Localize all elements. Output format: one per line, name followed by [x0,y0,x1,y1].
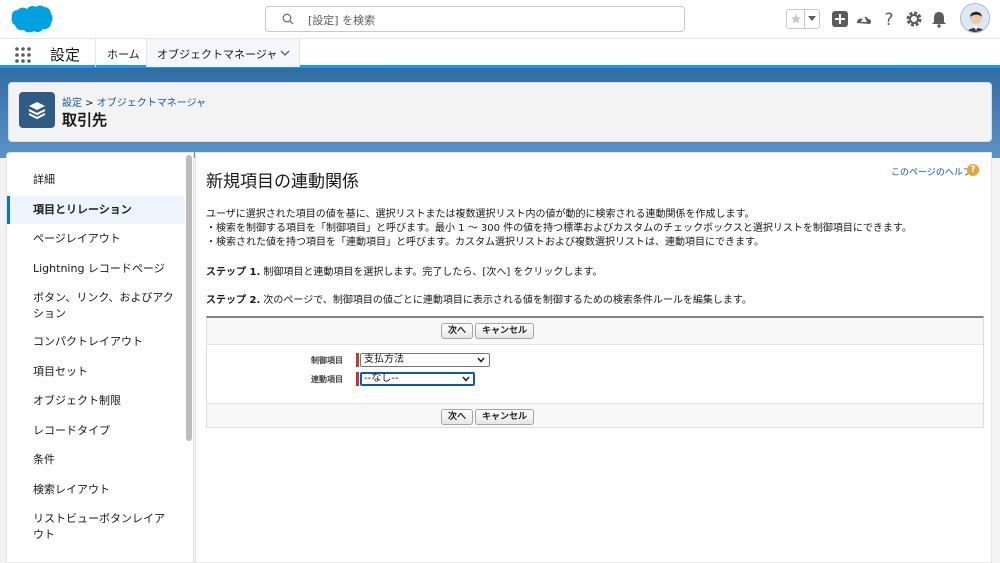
required-indicator [356,372,359,386]
description: ユーザに選択された項目の値を基に、選択リストまたは複数選択リスト内の値が動的に検… [206,208,912,250]
controlling-field-value: 支払方法 [364,354,404,365]
global-search-input[interactable]: [設定] を検索 [265,6,685,32]
tab-object-manager[interactable]: オブジェクトマネージャ [146,39,300,67]
nav-divider [95,39,96,67]
help-icon[interactable]: ? [880,10,898,28]
sidebar-item-list-view-button-layout-cont[interactable]: ウト [7,527,185,543]
sidebar-item-list-view-button-layout[interactable]: リストビューボタンレイア [7,511,185,527]
step-2-label: ステップ 2. [206,295,261,306]
sidebar-item-page-layouts[interactable]: ページレイアウト [7,231,185,247]
next-button[interactable]: 次へ [441,323,474,339]
app-name: 設定 [50,46,81,64]
sidebar-item-record-types[interactable]: レコードタイプ [7,423,185,439]
bottom-button-row: 次へ キャンセル [207,404,983,430]
avatar[interactable] [960,3,990,33]
description-line: ユーザに選択された項目の値を基に、選択リストまたは複数選択リスト内の値が動的に検… [206,209,755,220]
chevron-down-icon[interactable] [280,49,290,57]
sidebar: 詳細 項目とリレーション ページレイアウト Lightning レコードページ … [6,152,194,563]
step-2-text: 次のページで、制御項目の値ごとに連動項目に表示される値を制御するための検索条件ル… [260,295,752,306]
salesforce-logo-icon[interactable] [8,4,54,34]
dependent-field-select[interactable]: --なし-- [360,372,475,386]
page-title: 取引先 [62,111,108,129]
sidebar-item-object-limits[interactable]: オブジェクト制限 [7,393,185,409]
tab-object-manager-label: オブジェクトマネージャ [157,48,278,61]
object-layers-icon [19,92,55,128]
required-indicator [356,353,359,367]
sidebar-item-field-sets[interactable]: 項目セット [7,364,185,380]
sidebar-item-lightning-record-pages[interactable]: Lightning レコードページ [7,261,185,277]
dependent-field-value: --なし-- [364,373,399,384]
sidebar-item-details[interactable]: 詳細 [7,172,185,188]
help-for-this-page-link[interactable]: このページのヘルプ [891,165,972,178]
controlling-field-select[interactable]: 支払方法 [360,353,490,367]
controlling-field-label: 制御項目 [311,356,343,365]
main-content: 新規項目の連動関係 このページのヘルプ ? ユーザに選択された項目の値を基に、選… [195,152,992,563]
favorites-control[interactable] [786,9,820,29]
trailhead-icon[interactable] [855,10,873,28]
page-header: 設定 > オブジェクトマネージャ 取引先 [8,82,992,142]
form-fields: 制御項目 支払方法 連動項目 --なし-- [207,344,983,404]
sidebar-item-conditions[interactable]: 条件 [7,452,185,468]
sidebar-item-compact-layouts[interactable]: コンパクトレイアウト [7,334,185,350]
next-button[interactable]: 次へ [441,409,474,425]
help-icon[interactable]: ? [967,164,979,176]
global-header: [設定] を検索 ? [0,0,1000,38]
sidebar-item-search-layouts[interactable]: 検索レイアウト [7,482,185,498]
tab-home[interactable]: ホーム [107,46,140,62]
step-1-label: ステップ 1. [206,267,261,278]
sidebar-item-fields-relationships[interactable]: 項目とリレーション [7,196,185,224]
dependency-form: 次へ キャンセル 制御項目 支払方法 連動項目 --なし-- 次へ キャンセル [206,316,984,428]
dependent-field-label: 連動項目 [311,375,343,384]
breadcrumb-object-manager-link[interactable]: オブジェクトマネージャ [97,98,206,109]
section-title: 新規項目の連動関係 [206,172,359,192]
sidebar-scrollbar[interactable] [186,155,192,441]
description-line: ・検索された値を持つ項目を「連動項目」と呼びます。カスタム選択リストおよび複数選… [206,237,764,248]
cancel-button[interactable]: キャンセル [475,409,535,425]
star-icon[interactable] [787,10,805,28]
app-launcher-icon[interactable] [14,46,32,64]
search-icon [282,13,294,25]
step-1-text: 制御項目と連動項目を選択します。完了したら、[次へ] をクリックします。 [260,267,603,278]
step-2: ステップ 2. 次のページで、制御項目の値ごとに連動項目に表示される値を制御する… [206,291,752,306]
search-placeholder: [設定] を検索 [308,14,376,27]
bell-icon[interactable] [930,10,948,28]
chevron-down-icon[interactable] [805,10,819,28]
description-line: ・検索を制御する項目を「制御項目」と呼びます。最小 1 〜 300 件の値を持つ… [206,223,912,234]
add-icon[interactable] [831,10,849,28]
app-navigation: 設定 ホーム オブジェクトマネージャ [0,38,1000,68]
step-1: ステップ 1. 制御項目と連動項目を選択します。完了したら、[次へ] をクリック… [206,263,602,278]
breadcrumb: 設定 > オブジェクトマネージャ [62,94,206,109]
cancel-button[interactable]: キャンセル [475,323,535,339]
svg-text:?: ? [884,10,893,28]
chevron-down-icon [477,357,485,363]
breadcrumb-setup-link[interactable]: 設定 [62,98,82,109]
sidebar-item-buttons-links-actions[interactable]: ボタン、リンク、およびアク [7,290,185,306]
top-button-row: 次へ キャンセル [207,318,983,344]
sidebar-item-buttons-links-actions-cont[interactable]: ション [7,306,185,322]
gear-icon[interactable] [905,10,923,28]
chevron-down-icon [462,376,470,382]
breadcrumb-separator: > [82,98,97,109]
